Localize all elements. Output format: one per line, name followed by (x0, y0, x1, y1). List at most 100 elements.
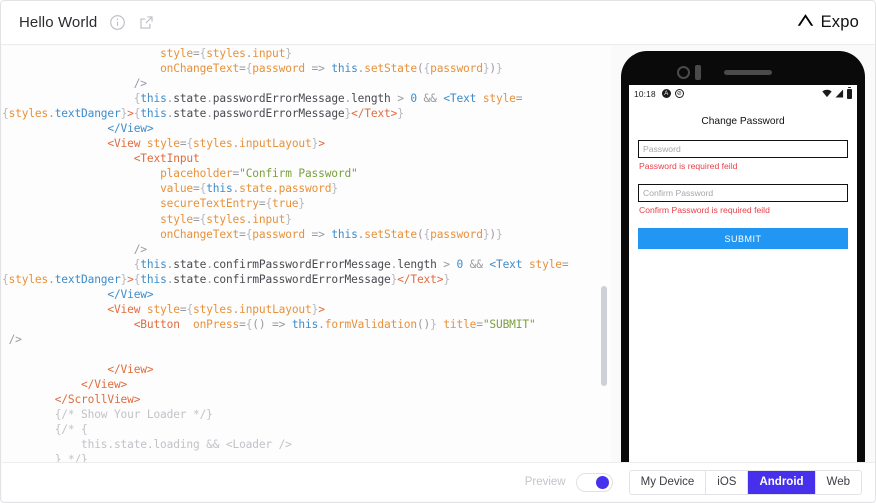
platform-button-web[interactable]: Web (815, 470, 861, 494)
code-token: style (160, 212, 193, 226)
code-token: => (304, 62, 332, 76)
platform-segmented-control[interactable]: My Device iOS Android Web (628, 469, 862, 495)
password-input[interactable]: Password (638, 140, 848, 158)
code-token: this (140, 257, 167, 271)
code-line: placeholder="Confirm Password" (2, 166, 602, 181)
code-token: passwordErrorMessage (212, 92, 345, 106)
status-bar-clock: 10:18 (634, 88, 656, 99)
code-token: } (443, 272, 450, 286)
code-token: } (331, 182, 338, 196)
platform-button-android[interactable]: Android (748, 470, 816, 494)
code-line: /> (2, 76, 602, 91)
vertical-scrollbar[interactable] (601, 286, 607, 386)
code-token: this.state.loading && <Loader /> (81, 438, 292, 452)
code-line: </View> (2, 287, 602, 302)
code-token: = (561, 257, 569, 271)
code-token: ) (489, 62, 496, 76)
code-token: onPress (193, 317, 240, 331)
code-token: } (397, 107, 404, 121)
status-bar-left-icons: A ⊘ (661, 89, 684, 98)
code-line: </View> (2, 121, 602, 136)
password-input-placeholder: Password (643, 144, 681, 154)
code-line: style={styles.input} (2, 212, 602, 227)
platform-button-my-device[interactable]: My Device (629, 470, 707, 494)
code-token: => (304, 227, 332, 241)
battery-icon (847, 86, 852, 99)
code-line: {/* Show Your Loader */} (2, 407, 602, 422)
code-token: = (476, 317, 483, 331)
code-line: secureTextEntry={true} (2, 196, 602, 211)
code-token: . (48, 272, 55, 286)
code-line: this.state.loading && <Loader /> (2, 437, 602, 452)
code-editor-pane[interactable]: style={styles.input} onChangeText={passw… (2, 46, 611, 464)
code-token: password (278, 182, 332, 196)
code-token: 0 (410, 92, 417, 106)
code-token: > (390, 92, 411, 106)
code-token: . (206, 107, 213, 121)
code-token: setState (364, 62, 417, 76)
code-line: </ScrollView> (2, 392, 602, 407)
code-token: <Text (443, 92, 477, 106)
code-token: /> (8, 332, 22, 346)
code-token: {/* { (54, 423, 88, 437)
code-token: this (331, 227, 358, 241)
code-token: </View> (107, 287, 154, 301)
code-token: } (430, 317, 437, 331)
android-phone-frame: 10:18 A ⊘ Change Password Password Passw… (621, 51, 865, 469)
code-token: style (482, 92, 516, 106)
code-token: </Text> (397, 272, 444, 286)
code-token: formValidation (324, 317, 417, 331)
page-title: Hello World (19, 14, 98, 31)
device-preview-pane: 10:18 A ⊘ Change Password Password Passw… (611, 46, 875, 469)
code-token: . (206, 92, 213, 106)
code-token: "SUBMIT" (482, 317, 536, 331)
code-token: password (430, 62, 483, 76)
code-token: <TextInput (133, 152, 200, 166)
code-line: {styles.textDanger}>{this.state.confirmP… (2, 272, 602, 287)
code-token: state (239, 182, 273, 196)
code-token: password (252, 62, 305, 76)
code-token: confirmPasswordErrorMessage (212, 272, 391, 286)
code-token: style (146, 302, 180, 316)
confirm-password-input[interactable]: Confirm Password (638, 184, 848, 202)
info-icon[interactable] (109, 14, 126, 31)
preview-label: Preview (524, 476, 566, 488)
preview-toggle[interactable] (575, 472, 613, 492)
code-token: = (515, 92, 523, 106)
code-content[interactable]: style={styles.input} onChangeText={passw… (2, 46, 602, 464)
code-line: <View style={styles.inputLayout}> (2, 136, 602, 151)
code-token: = (193, 47, 200, 60)
code-token: () => (252, 317, 292, 331)
code-token: styles (206, 212, 246, 226)
code-token: styles (8, 272, 49, 286)
code-token: <View (107, 302, 141, 316)
code-token: "Confirm Password" (239, 167, 358, 181)
code-token: ) (489, 227, 496, 241)
code-token: styles (206, 47, 246, 60)
code-token: } (496, 62, 503, 76)
code-token: onChangeText (160, 227, 240, 241)
external-link-icon[interactable] (138, 14, 155, 31)
code-token: state (173, 257, 207, 271)
confirm-password-error-message: Confirm Password is required feild (639, 205, 770, 215)
platform-button-ios[interactable]: iOS (706, 470, 749, 494)
brand-logo[interactable]: Expo (796, 13, 859, 32)
submit-button[interactable]: SUBMIT (638, 228, 848, 249)
code-line: {styles.textDanger}>{this.state.password… (2, 106, 602, 121)
code-token: = (239, 62, 246, 76)
code-line: /> (2, 332, 602, 347)
code-token: /> (133, 242, 147, 256)
